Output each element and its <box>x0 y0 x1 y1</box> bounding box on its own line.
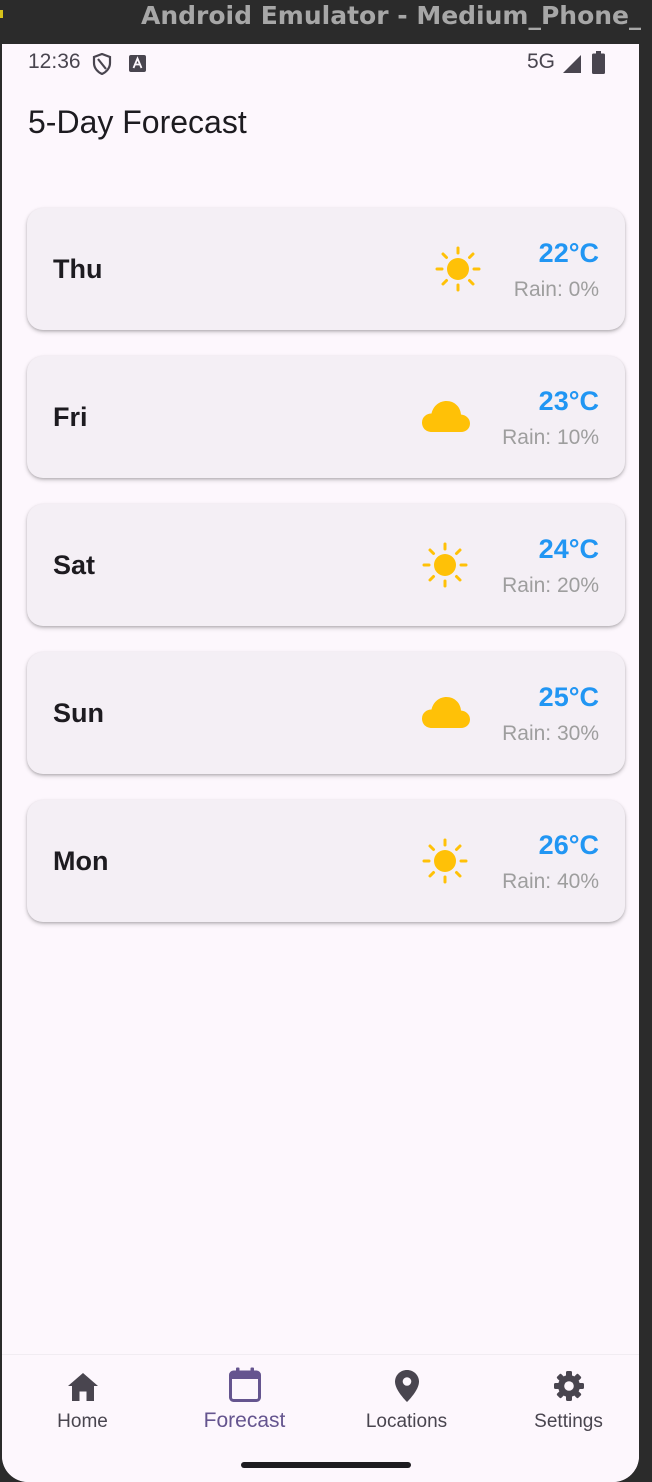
nav-settings[interactable]: Settings <box>489 1355 639 1455</box>
forecast-card-sun[interactable]: Sun 25°C Rain: 30% <box>27 652 625 774</box>
forecast-rain: Rain: 0% <box>513 278 599 301</box>
nav-forecast[interactable]: Forecast <box>165 1355 324 1455</box>
forecast-temperature: 24°C <box>538 534 599 564</box>
status-bar: 12:36 5G <box>2 44 639 82</box>
forecast-day: Fri <box>53 402 88 432</box>
forecast-card-mon[interactable]: Mon 26°C Rain: 40% <box>27 800 625 922</box>
window-control-dot <box>0 10 3 18</box>
battery-icon <box>592 51 605 74</box>
forecast-rain: Rain: 40% <box>502 870 599 893</box>
sun-icon <box>422 838 468 884</box>
forecast-temperature: 22°C <box>538 238 599 268</box>
network-type: 5G <box>527 50 556 73</box>
forecast-day: Sat <box>53 550 96 580</box>
sun-icon <box>435 246 481 292</box>
keyboard-a-icon <box>129 55 146 72</box>
forecast-rain: Rain: 20% <box>502 574 599 597</box>
forecast-rain: Rain: 10% <box>502 426 599 449</box>
nav-locations-label: Locations <box>365 1411 448 1432</box>
forecast-day: Thu <box>53 254 103 284</box>
forecast-rain: Rain: 30% <box>502 722 599 745</box>
forecast-temperature: 26°C <box>538 830 599 860</box>
calendar-icon <box>228 1367 261 1402</box>
sun-icon <box>422 542 468 588</box>
cloud-icon <box>422 697 470 728</box>
forecast-card-thu[interactable]: Thu 22°C Rain: 0% <box>27 208 625 330</box>
emulator-title-bar: Android Emulator - Medium_Phone_... <box>0 0 652 44</box>
nav-locations[interactable]: Locations <box>327 1355 486 1455</box>
gesture-handle[interactable] <box>241 1462 411 1468</box>
forecast-card-fri[interactable]: Fri 23°C Rain: 10% <box>27 356 625 478</box>
nav-home-label: Home <box>57 1411 108 1432</box>
shield-icon <box>92 53 112 75</box>
home-icon <box>67 1373 98 1401</box>
phone-screen: 12:36 5G 5-Day Forecast Thu 22°C Rain: 0… <box>2 44 639 1482</box>
nav-settings-label: Settings <box>534 1411 603 1432</box>
forecast-temperature: 25°C <box>538 682 599 712</box>
status-time: 12:36 <box>28 50 81 73</box>
forecast-day: Mon <box>53 846 109 876</box>
location-pin-icon <box>394 1370 419 1402</box>
signal-icon <box>563 55 581 73</box>
forecast-day: Sun <box>53 698 104 728</box>
nav-home[interactable]: Home <box>3 1355 162 1455</box>
nav-forecast-label: Forecast <box>203 1409 286 1432</box>
forecast-card-sat[interactable]: Sat 24°C Rain: 20% <box>27 504 625 626</box>
window-title: Android Emulator - Medium_Phone_... <box>141 1 641 30</box>
page-title: 5-Day Forecast <box>28 104 247 140</box>
forecast-temperature: 23°C <box>538 386 599 416</box>
gear-icon <box>553 1371 584 1401</box>
cloud-icon <box>422 401 470 432</box>
